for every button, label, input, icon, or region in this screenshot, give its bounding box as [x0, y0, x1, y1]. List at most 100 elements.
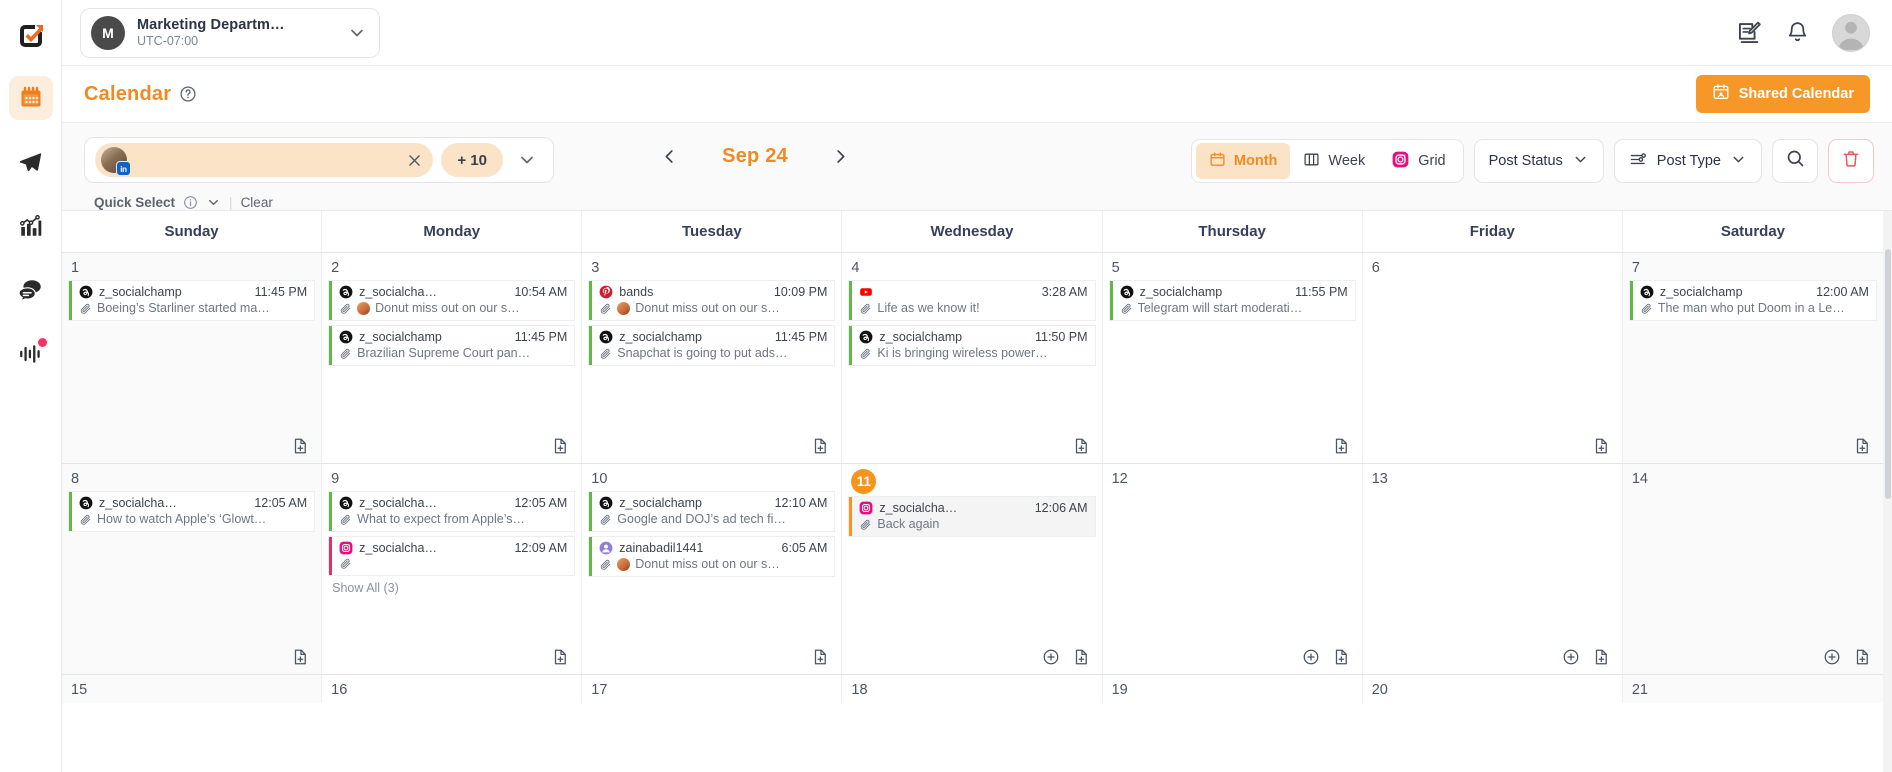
calendar-day-21[interactable]: 21 — [1622, 675, 1883, 703]
compose-note-icon[interactable] — [1736, 19, 1763, 46]
add-document-icon[interactable] — [1853, 648, 1871, 666]
sidebar-item-monitor[interactable] — [9, 332, 53, 376]
calendar-day-12[interactable]: 12 — [1102, 464, 1363, 674]
close-icon[interactable] — [406, 152, 427, 169]
calendar-event[interactable]: z_socialcha… 12:09 AM — [329, 537, 575, 575]
calendar-day-16[interactable]: 16 — [322, 675, 583, 703]
event-time: 12:09 AM — [514, 541, 568, 555]
socialchamp-logo-icon[interactable] — [9, 14, 53, 58]
add-document-icon[interactable] — [811, 648, 829, 666]
threads-icon — [1640, 285, 1654, 299]
calendar-day-13[interactable]: 13 — [1362, 464, 1623, 674]
calendar-scrollbar[interactable] — [1883, 211, 1892, 772]
day-cell-actions — [842, 437, 1101, 463]
calendar-day-17[interactable]: 17 — [582, 675, 843, 703]
add-document-icon[interactable] — [1072, 648, 1090, 666]
calendar-day-8[interactable]: 8 z_socialcha… 12:05 AM How to watch Apple’… — [62, 464, 323, 674]
post-status-filter[interactable]: Post Status — [1473, 139, 1604, 183]
calendar-day-3[interactable]: 3 bands 10:09 PM Donut miss out on our s… z_… — [582, 253, 843, 463]
calendar-event[interactable]: z_socialchamp 12:10 AM Google and DOJ’s ad… — [589, 492, 835, 531]
add-document-icon[interactable] — [1853, 437, 1871, 455]
account-chip[interactable]: in — [95, 143, 434, 177]
calendar-event[interactable]: z_socialcha… 12:05 AM How to watch Apple’s… — [69, 492, 315, 531]
add-document-icon[interactable] — [291, 437, 309, 455]
calendar-event[interactable]: z_socialchamp 11:45 PM Boeing’s Starliner … — [69, 281, 315, 320]
calendar-day-6[interactable]: 6 — [1362, 253, 1623, 463]
chevron-down-icon[interactable] — [206, 195, 221, 210]
calendar-day-19[interactable]: 19 — [1102, 675, 1363, 703]
event-account-name: z_socialchamp — [619, 496, 702, 510]
app-root: M Marketing Departm… UTC-07:00 Calendar … — [0, 0, 1892, 772]
workspace-selector[interactable]: M Marketing Departm… UTC-07:00 — [80, 7, 380, 58]
delete-button[interactable] — [1828, 139, 1874, 183]
plus-circle-icon[interactable] — [1302, 648, 1320, 666]
plus-circle-icon[interactable] — [1042, 648, 1060, 666]
chevron-right-icon[interactable] — [827, 143, 854, 170]
add-document-icon[interactable] — [1072, 437, 1090, 455]
calendar-event[interactable]: z_socialchamp 11:45 PM Brazilian Supreme C… — [329, 326, 575, 365]
add-document-icon[interactable] — [1592, 437, 1610, 455]
bell-icon[interactable] — [1785, 20, 1810, 45]
view-toggle-month[interactable]: Month — [1195, 143, 1291, 179]
quick-select-label[interactable]: Quick Select — [94, 195, 175, 210]
pinterest-icon — [599, 285, 613, 299]
calendar-event[interactable]: bands 10:09 PM Donut miss out on our s… — [589, 281, 835, 320]
chevron-down-icon[interactable] — [511, 150, 543, 170]
calendar-day-18[interactable]: 18 — [842, 675, 1103, 703]
plus-circle-icon[interactable] — [1823, 648, 1841, 666]
shared-calendar-button[interactable]: Shared Calendar — [1695, 75, 1870, 113]
sidebar-item-calendar[interactable] — [8, 76, 53, 120]
calendar-event[interactable]: zainabadil1441 6:05 AM Donut miss out on o… — [589, 537, 835, 576]
post-type-filter[interactable]: Post Type — [1613, 139, 1762, 183]
calendar-event[interactable]: 3:28 AM Life as we know it! — [849, 281, 1095, 320]
calendar-day-7[interactable]: 7 z_socialchamp 12:00 AM The man who put Do… — [1622, 253, 1883, 463]
event-text: The man who put Doom in a Le… — [1657, 301, 1845, 315]
calendar-day-15[interactable]: 15 — [62, 675, 323, 703]
view-toggle-group: Month Week Grid — [1190, 139, 1464, 183]
event-header: z_socialcha… 12:06 AM — [859, 501, 1088, 515]
show-all-link[interactable]: Show All (3) — [322, 575, 581, 595]
scrollbar-thumb[interactable] — [1884, 249, 1891, 499]
add-document-icon[interactable] — [1332, 648, 1350, 666]
calendar-day-1[interactable]: 1 z_socialchamp 11:45 PM Boeing’s Starliner… — [62, 253, 323, 463]
search-button[interactable] — [1772, 139, 1818, 183]
calendar-day-5[interactable]: 5 z_socialchamp 11:55 PM Telegram will star… — [1102, 253, 1363, 463]
view-toggle-grid[interactable]: Grid — [1378, 143, 1458, 179]
view-toggle-week[interactable]: Week — [1290, 143, 1378, 179]
add-document-icon[interactable] — [1332, 437, 1350, 455]
calendar-event[interactable]: z_socialchamp 11:50 PM Ki is bringing wire… — [849, 326, 1095, 365]
plus-circle-icon[interactable] — [1562, 648, 1580, 666]
calendar-day-11[interactable]: 11 z_socialcha… 12:06 AM Back again — [842, 464, 1103, 674]
calendar-event[interactable]: z_socialchamp 11:55 PM Telegram will start… — [1109, 281, 1355, 320]
calendar-event[interactable]: z_socialchamp 11:45 PM Snapchat is going t… — [589, 326, 835, 365]
add-document-icon[interactable] — [1592, 648, 1610, 666]
question-circle-icon[interactable] — [179, 85, 197, 103]
clear-button[interactable]: Clear — [241, 195, 273, 210]
sidebar-item-analytics[interactable] — [9, 204, 53, 248]
calendar-day-20[interactable]: 20 — [1362, 675, 1623, 703]
sidebar-item-publish[interactable] — [9, 140, 53, 184]
calendar-event[interactable]: z_socialcha… 10:54 AM Donut miss out on ou… — [329, 281, 575, 320]
calendar-event[interactable]: z_socialcha… 12:05 AM What to expect from … — [329, 492, 575, 531]
chevron-left-icon[interactable] — [656, 143, 683, 170]
sidebar-item-engage[interactable] — [9, 268, 53, 312]
add-document-icon[interactable] — [551, 437, 569, 455]
calendar-day-14[interactable]: 14 — [1622, 464, 1883, 674]
info-circle-icon[interactable] — [183, 195, 198, 210]
add-document-icon[interactable] — [811, 437, 829, 455]
add-document-icon[interactable] — [551, 648, 569, 666]
event-time: 11:55 PM — [1295, 285, 1348, 299]
calendar-day-2[interactable]: 2 z_socialcha… 10:54 AM Donut miss out on o… — [322, 253, 583, 463]
calendar-day-10[interactable]: 10 z_socialchamp 12:10 AM Google and DOJ’s … — [582, 464, 843, 674]
more-accounts-chip[interactable]: + 10 — [441, 143, 503, 177]
calendar-day-4[interactable]: 4 3:28 AM Life as we know it! z_socialchamp… — [842, 253, 1103, 463]
event-time: 11:50 PM — [1034, 330, 1088, 344]
event-account-name: zainabadil1441 — [619, 541, 704, 555]
avatar[interactable] — [1832, 13, 1870, 52]
account-filter[interactable]: in + 10 — [84, 137, 554, 183]
threads-icon — [339, 285, 353, 299]
calendar-event[interactable]: z_socialchamp 12:00 AM The man who put Doo… — [1629, 281, 1876, 320]
calendar-day-9[interactable]: 9 z_socialcha… 12:05 AM What to expect from… — [322, 464, 583, 674]
calendar-event[interactable]: z_socialcha… 12:06 AM Back again — [849, 497, 1095, 536]
add-document-icon[interactable] — [291, 648, 309, 666]
